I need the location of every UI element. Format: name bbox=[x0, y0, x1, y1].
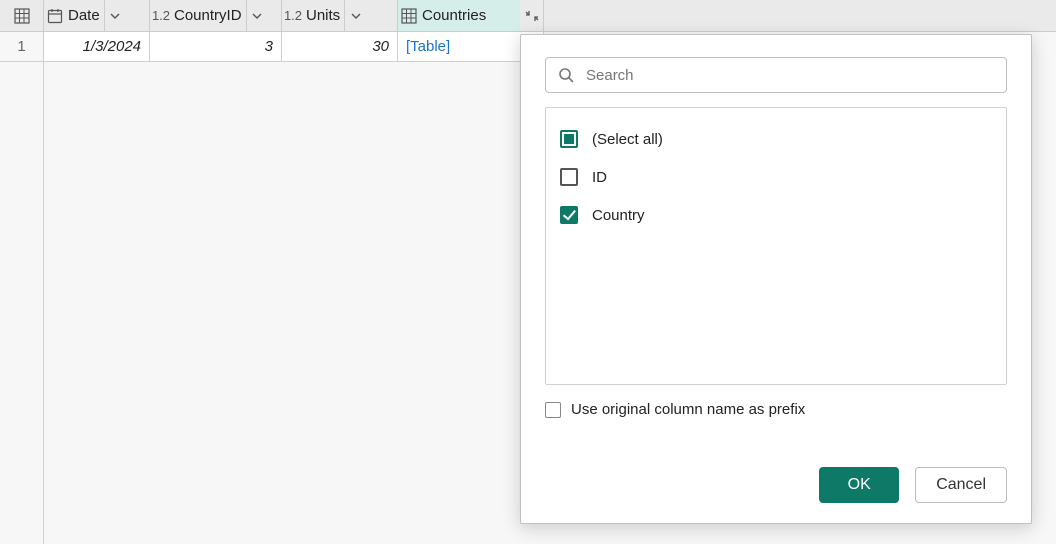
checkbox-mixed-icon[interactable] bbox=[560, 130, 578, 148]
option-country[interactable]: Country bbox=[560, 196, 992, 234]
column-header-countries-expand[interactable] bbox=[520, 0, 544, 32]
number-type-icon: 1.2 bbox=[284, 8, 302, 23]
column-header-date-label: Date bbox=[66, 7, 104, 24]
ok-button[interactable]: OK bbox=[819, 467, 899, 503]
search-input[interactable] bbox=[584, 66, 994, 85]
chevron-down-icon bbox=[110, 11, 120, 21]
column-header-countries-label: Countries bbox=[420, 7, 490, 24]
column-header-countryid-label: CountryID bbox=[172, 7, 246, 24]
prefix-option-label: Use original column name as prefix bbox=[571, 401, 805, 418]
option-id-label: ID bbox=[592, 169, 607, 186]
option-select-all[interactable]: (Select all) bbox=[560, 120, 992, 158]
column-header-date[interactable]: Date bbox=[44, 0, 150, 32]
checkbox-unchecked-icon[interactable] bbox=[545, 402, 561, 418]
search-box[interactable] bbox=[545, 57, 1007, 93]
column-header-row: Date 1.2 CountryID 1.2 Units Countries bbox=[0, 0, 1056, 32]
cell-countryid[interactable]: 3 bbox=[150, 32, 282, 62]
search-icon bbox=[558, 67, 574, 83]
column-header-countryid[interactable]: 1.2 CountryID bbox=[150, 0, 282, 32]
expand-column-popup: (Select all) ID Country Use original col… bbox=[520, 34, 1032, 524]
checkbox-unchecked-icon[interactable] bbox=[560, 168, 578, 186]
popup-button-row: OK Cancel bbox=[545, 449, 1007, 503]
column-header-date-dropdown[interactable] bbox=[104, 0, 126, 31]
row-index[interactable]: 1 bbox=[0, 32, 44, 62]
column-header-countries[interactable]: Countries bbox=[398, 0, 520, 32]
column-header-units[interactable]: 1.2 Units bbox=[282, 0, 398, 32]
header-filler bbox=[544, 0, 1056, 32]
cell-date[interactable]: 1/3/2024 bbox=[44, 32, 150, 62]
column-header-units-dropdown[interactable] bbox=[344, 0, 366, 31]
calendar-icon bbox=[47, 8, 63, 24]
column-header-countryid-dropdown[interactable] bbox=[246, 0, 268, 31]
chevron-down-icon bbox=[351, 11, 361, 21]
data-grid: Date 1.2 CountryID 1.2 Units Countries bbox=[0, 0, 1056, 544]
row-gutter bbox=[0, 62, 44, 544]
number-type-icon: 1.2 bbox=[152, 8, 170, 23]
prefix-option[interactable]: Use original column name as prefix bbox=[545, 401, 1007, 418]
column-header-units-label: Units bbox=[304, 7, 344, 24]
cancel-button[interactable]: Cancel bbox=[915, 467, 1007, 503]
checkbox-checked-icon[interactable] bbox=[560, 206, 578, 224]
expand-icon bbox=[525, 9, 539, 23]
table-icon bbox=[14, 8, 30, 24]
column-options-list: (Select all) ID Country bbox=[545, 107, 1007, 385]
chevron-down-icon bbox=[252, 11, 262, 21]
option-id[interactable]: ID bbox=[560, 158, 992, 196]
cell-units[interactable]: 30 bbox=[282, 32, 398, 62]
select-all-corner[interactable] bbox=[0, 0, 44, 32]
table-icon bbox=[401, 8, 417, 24]
option-select-all-label: (Select all) bbox=[592, 131, 663, 148]
option-country-label: Country bbox=[592, 207, 645, 224]
